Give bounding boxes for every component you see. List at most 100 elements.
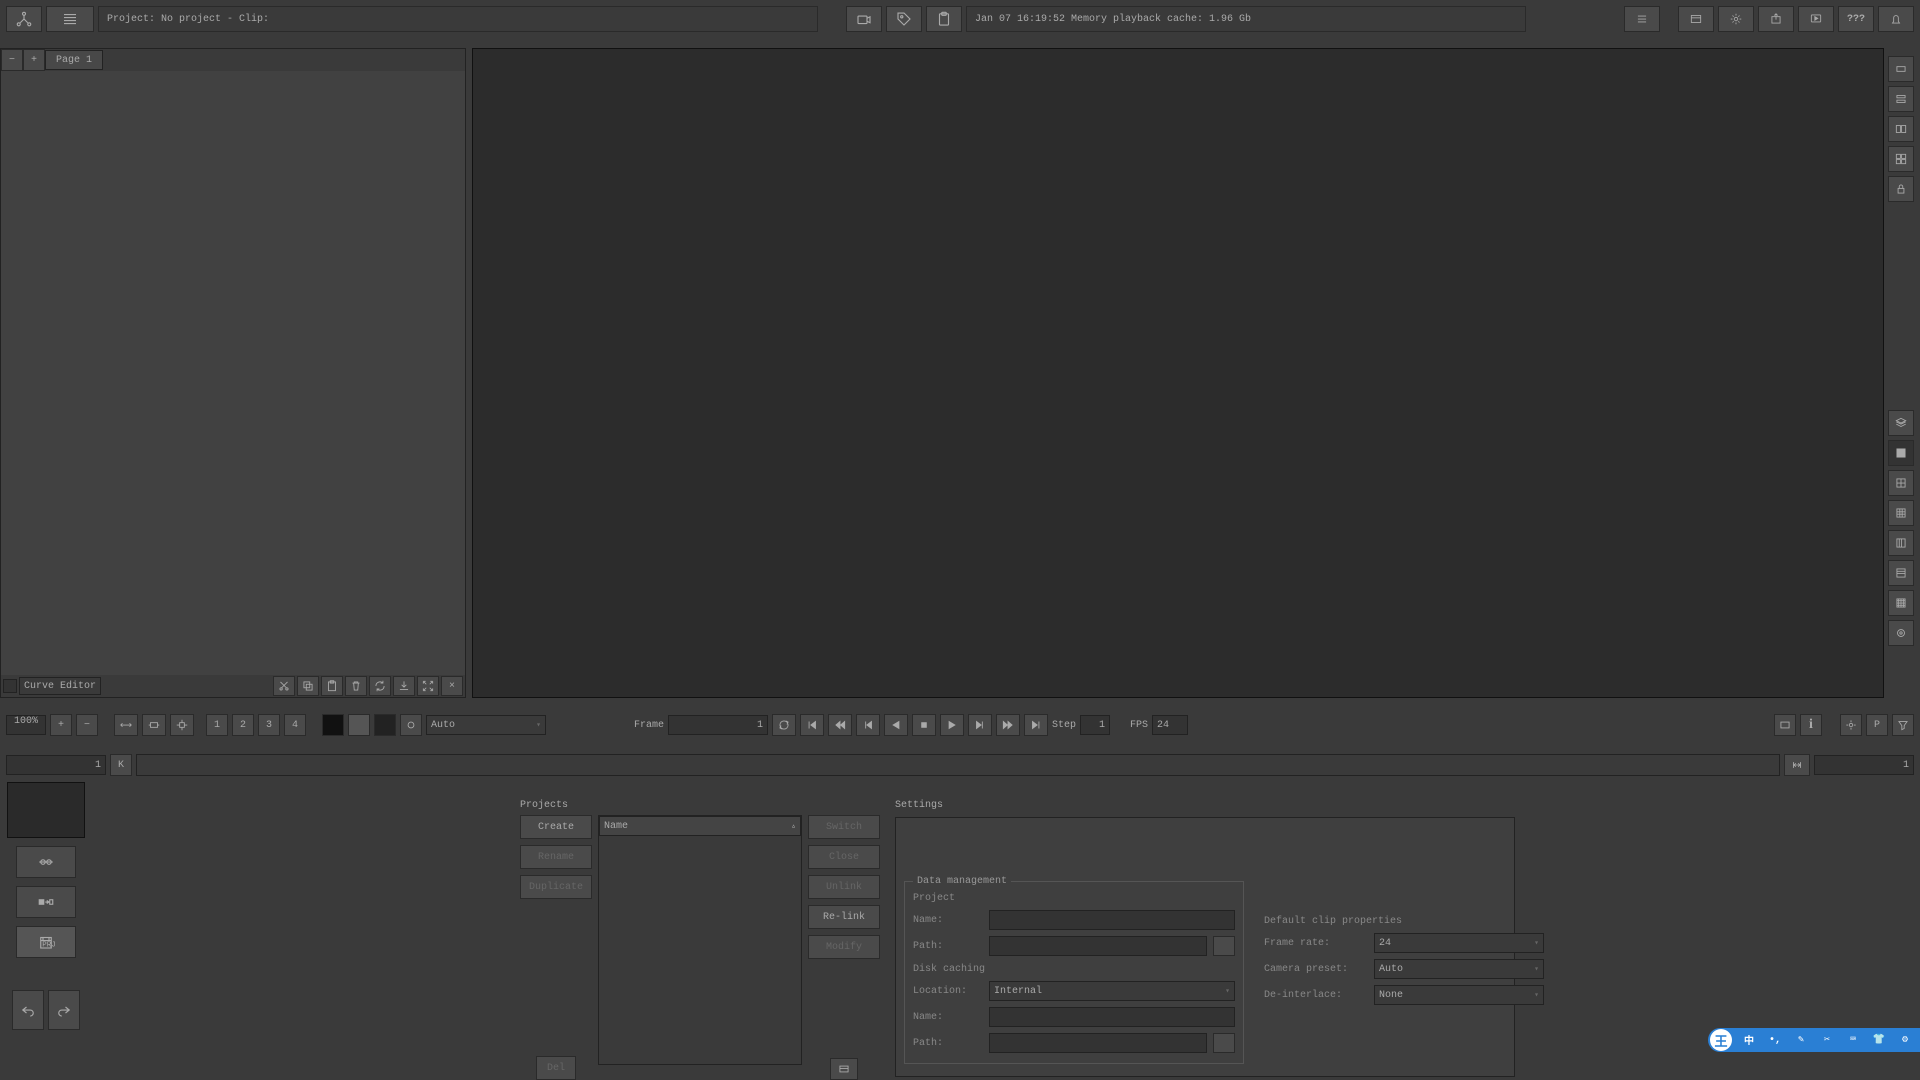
layout-toggle-1[interactable]	[1774, 714, 1796, 736]
refresh-icon[interactable]	[369, 676, 391, 696]
zoom-in-button[interactable]: +	[50, 714, 72, 736]
filter-button[interactable]	[1892, 714, 1914, 736]
frame-input[interactable]	[668, 715, 768, 735]
range-start-input[interactable]	[6, 755, 106, 775]
settings-button[interactable]	[1718, 6, 1754, 32]
project-name-input[interactable]	[989, 910, 1235, 930]
ime-toolbar[interactable]: 王 中 •, ✎ ✂ ⌨ 👕 ⚙	[1708, 1028, 1920, 1052]
redo-button[interactable]	[48, 990, 80, 1030]
ime-pencil-icon[interactable]: ✎	[1792, 1031, 1810, 1049]
ime-badge-icon[interactable]: 王	[1710, 1029, 1732, 1051]
ime-keyboard-icon[interactable]: ⌨	[1844, 1031, 1862, 1049]
ime-punct-icon[interactable]: •,	[1766, 1031, 1784, 1049]
deinterlace-dropdown[interactable]: None	[1374, 985, 1544, 1005]
project-mode-button[interactable]: PRJ	[16, 926, 76, 958]
view-mode-2-button[interactable]	[1888, 86, 1914, 112]
cut-icon[interactable]	[273, 676, 295, 696]
unlink-button[interactable]: Unlink	[808, 875, 880, 899]
dark-swatch[interactable]	[374, 714, 396, 736]
collapse-button[interactable]: −	[1, 49, 23, 71]
paste-icon[interactable]	[321, 676, 343, 696]
play-reverse-button[interactable]	[884, 714, 908, 736]
step-forward-button[interactable]	[968, 714, 992, 736]
view-mode-1-button[interactable]	[1888, 56, 1914, 82]
go-start-button[interactable]	[800, 714, 824, 736]
view-mode-3-button[interactable]	[1888, 116, 1914, 142]
playback-mode-dropdown[interactable]: Auto	[426, 715, 546, 735]
ime-shirt-icon[interactable]: 👕	[1870, 1031, 1888, 1049]
node-graph-button[interactable]	[6, 6, 42, 32]
keyframe-button[interactable]: K	[110, 754, 132, 776]
projects-opts-button[interactable]	[830, 1058, 858, 1080]
lock-icon[interactable]	[1888, 176, 1914, 202]
ime-scissors-icon[interactable]: ✂	[1818, 1031, 1836, 1049]
switch-button[interactable]: Switch	[808, 815, 880, 839]
frame-rate-dropdown[interactable]: 24	[1374, 933, 1544, 953]
info-button[interactable]: i	[1800, 714, 1822, 736]
location-dropdown[interactable]: Internal	[989, 981, 1235, 1001]
go-end-button[interactable]	[1024, 714, 1048, 736]
copy-icon[interactable]	[297, 676, 319, 696]
tag-button[interactable]	[886, 6, 922, 32]
viewport[interactable]	[472, 48, 1884, 698]
gear-small-button[interactable]	[1840, 714, 1862, 736]
del-button[interactable]: Del	[536, 1056, 576, 1080]
panel-button[interactable]	[1678, 6, 1714, 32]
play-monitor-button[interactable]	[1798, 6, 1834, 32]
project-path-input[interactable]	[989, 936, 1207, 956]
help-button[interactable]: ???	[1838, 6, 1874, 32]
fast-forward-button[interactable]	[996, 714, 1020, 736]
modify-button[interactable]: Modify	[808, 935, 880, 959]
notification-button[interactable]	[1878, 6, 1914, 32]
cache-name-input[interactable]	[989, 1007, 1235, 1027]
list-view-button[interactable]	[46, 6, 94, 32]
ime-lang-icon[interactable]: 中	[1740, 1031, 1758, 1049]
relink-button[interactable]: Re-link	[808, 905, 880, 929]
marker-1-button[interactable]: 1	[206, 714, 228, 736]
timeline-track[interactable]	[136, 754, 1780, 776]
projects-list-header[interactable]: Name	[599, 816, 801, 836]
grid-4-icon[interactable]	[1888, 530, 1914, 556]
ime-gear-icon[interactable]: ⚙	[1896, 1031, 1914, 1049]
zoom-display[interactable]: 100%	[6, 715, 46, 735]
clipboard-button[interactable]	[926, 6, 962, 32]
center-button[interactable]	[170, 714, 194, 736]
trash-icon[interactable]	[345, 676, 367, 696]
camera-preset-dropdown[interactable]: Auto	[1374, 959, 1544, 979]
grid-5-icon[interactable]	[1888, 560, 1914, 586]
projects-list[interactable]: Name	[598, 815, 802, 1065]
zoom-out-button[interactable]: −	[76, 714, 98, 736]
marker-3-button[interactable]: 3	[258, 714, 280, 736]
fast-rewind-button[interactable]	[828, 714, 852, 736]
step-input[interactable]	[1080, 715, 1110, 735]
camera-button[interactable]	[846, 6, 882, 32]
download-icon[interactable]	[393, 676, 415, 696]
target-icon[interactable]	[1888, 620, 1914, 646]
step-back-button[interactable]	[856, 714, 880, 736]
fit-width-button[interactable]	[114, 714, 138, 736]
gray-swatch[interactable]	[348, 714, 370, 736]
grid-solid-icon[interactable]	[1888, 440, 1914, 466]
fps-input[interactable]	[1152, 715, 1188, 735]
marker-4-button[interactable]: 4	[284, 714, 306, 736]
play-button[interactable]	[940, 714, 964, 736]
close-panel-icon[interactable]: ×	[441, 676, 463, 696]
marker-2-button[interactable]: 2	[232, 714, 254, 736]
close-button[interactable]: Close	[808, 845, 880, 869]
p-button[interactable]: P	[1866, 714, 1888, 736]
create-button[interactable]: Create	[520, 815, 592, 839]
export-button[interactable]	[1758, 6, 1794, 32]
range-fit-button[interactable]	[1784, 754, 1810, 776]
grid-2-icon[interactable]	[1888, 470, 1914, 496]
stop-button[interactable]	[912, 714, 936, 736]
add-page-button[interactable]: +	[23, 49, 45, 71]
keyframe-mode-button[interactable]	[16, 846, 76, 878]
page-tab[interactable]: Page 1	[45, 50, 103, 70]
curve-editor-checkbox[interactable]	[3, 679, 17, 693]
grid-3-icon[interactable]	[1888, 500, 1914, 526]
browse-path-button[interactable]	[1213, 936, 1235, 956]
duplicate-button[interactable]: Duplicate	[520, 875, 592, 899]
undo-button[interactable]	[12, 990, 44, 1030]
cache-path-input[interactable]	[989, 1033, 1207, 1053]
range-end-input[interactable]	[1814, 755, 1914, 775]
